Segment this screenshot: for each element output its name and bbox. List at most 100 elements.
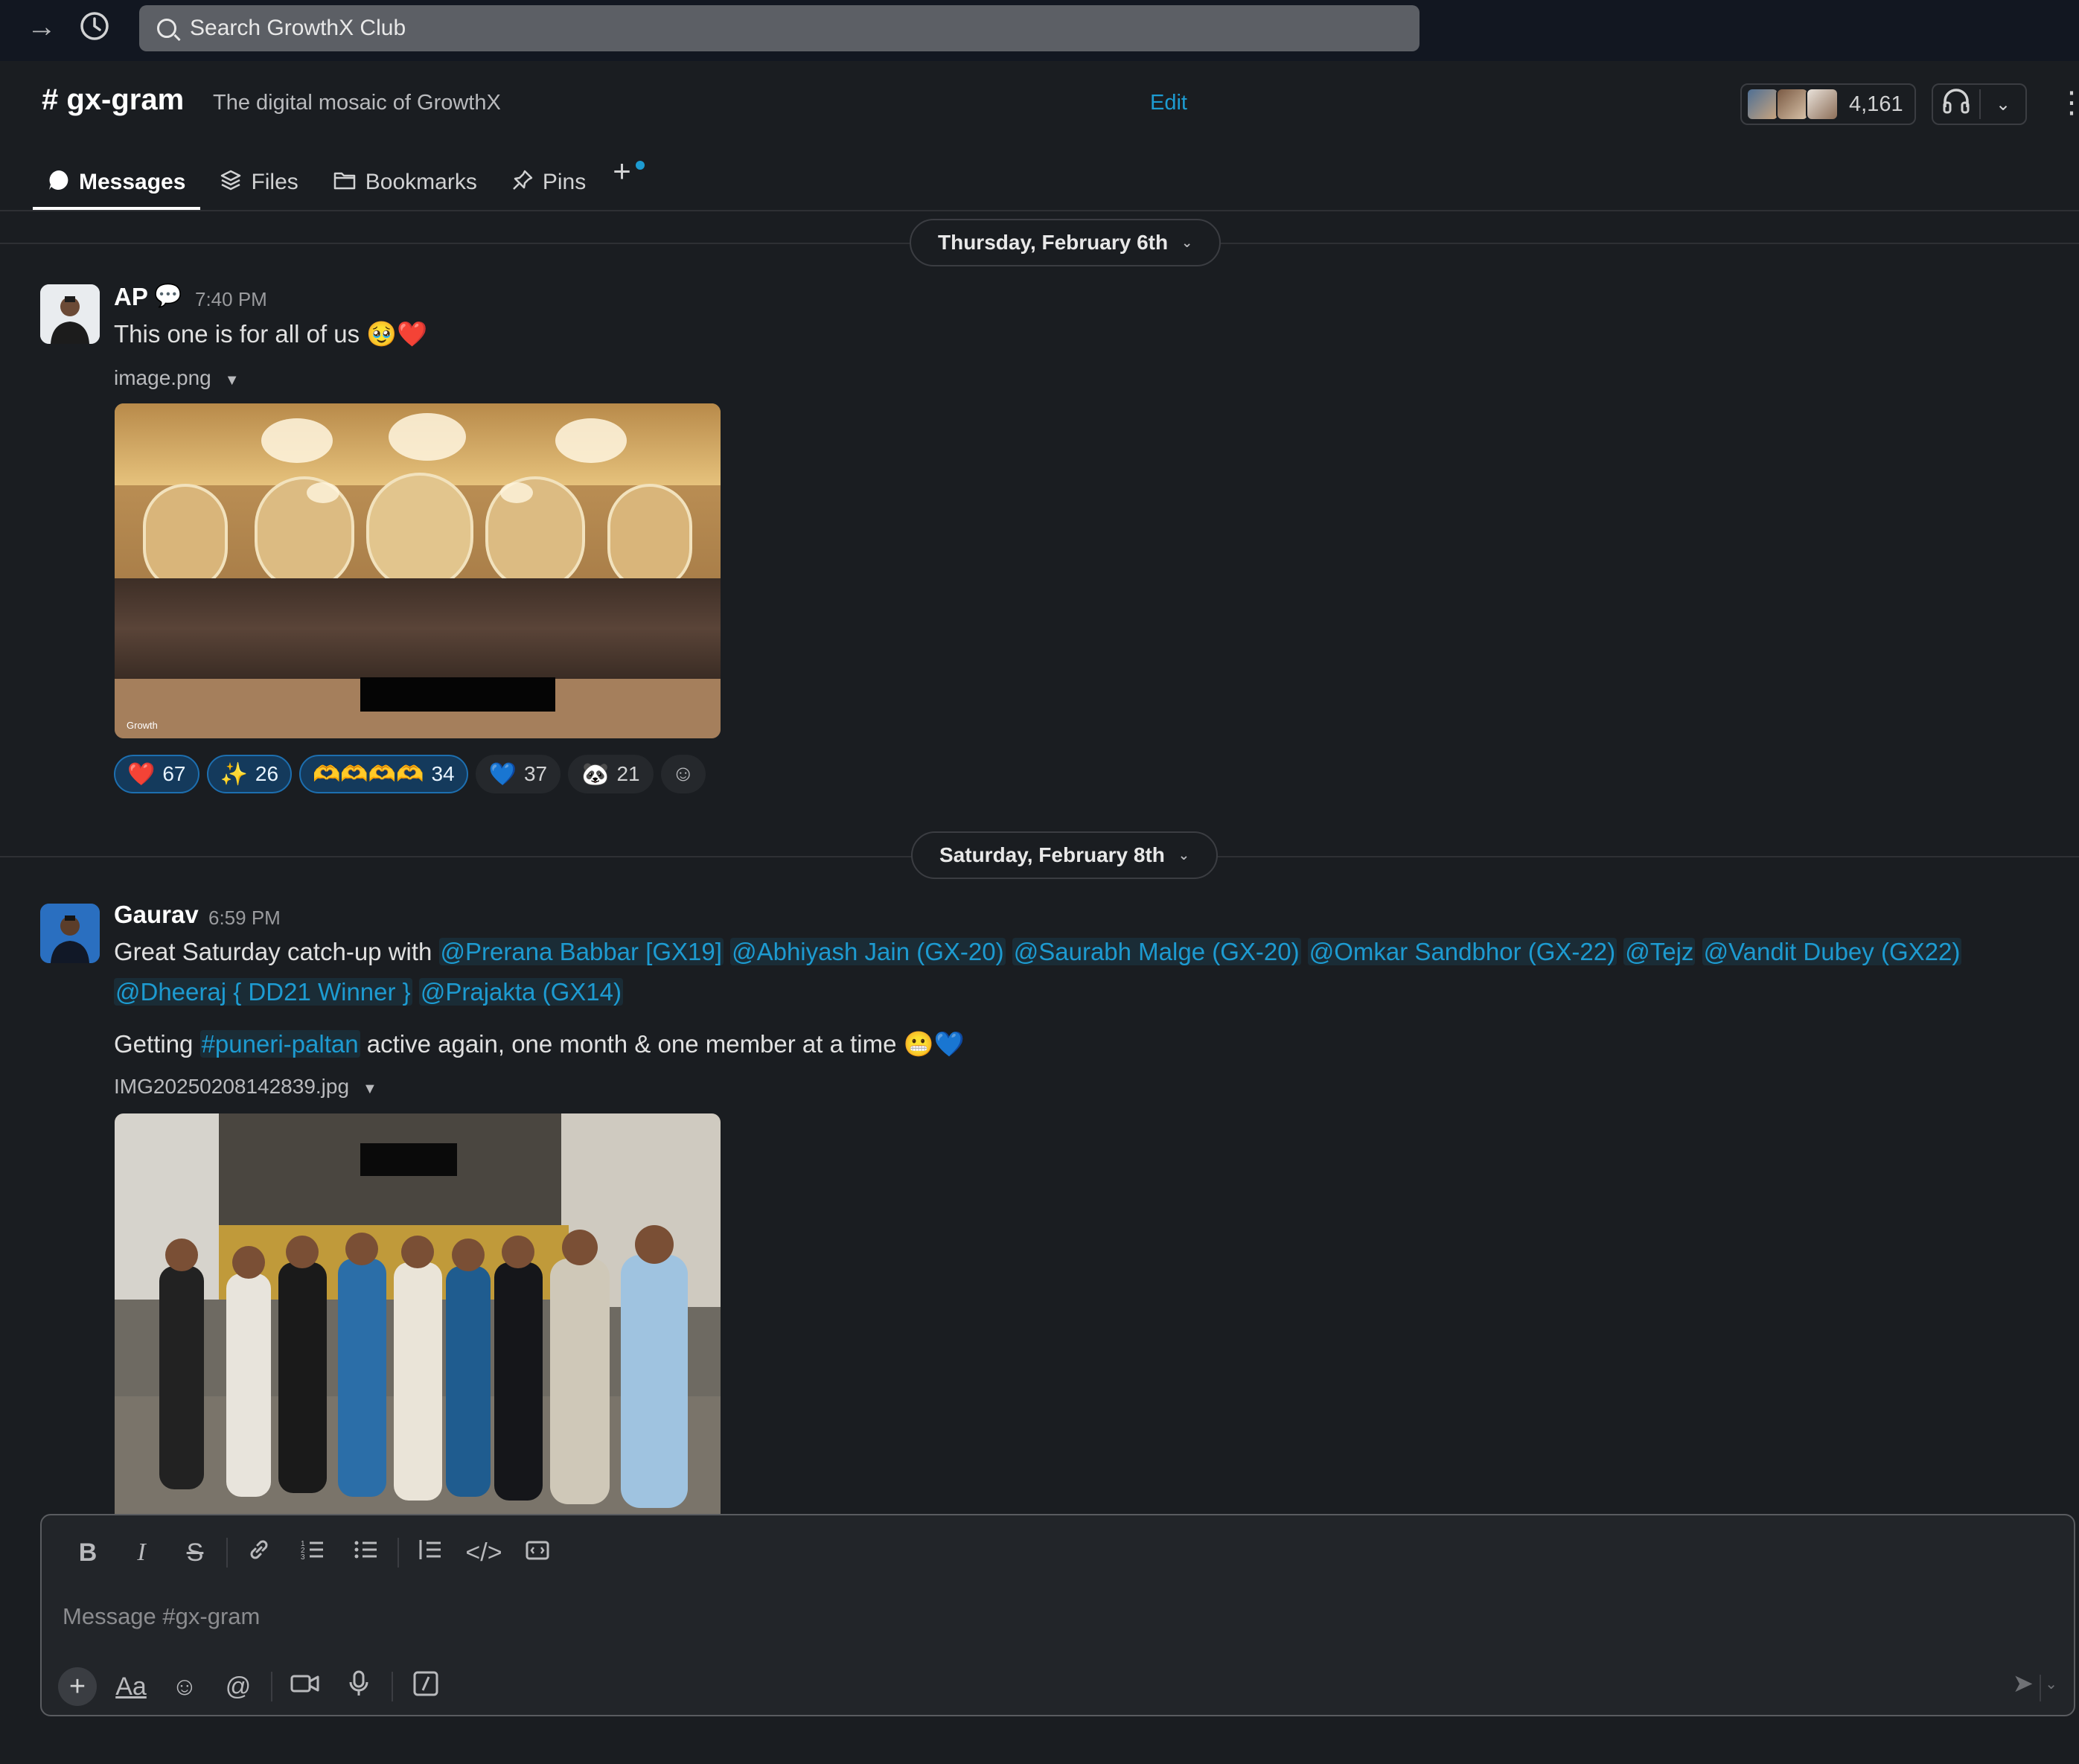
reaction-blue-heart[interactable]: 💙 37 — [475, 755, 561, 793]
send-icon[interactable]: ➤ — [2013, 1669, 2034, 1699]
edit-description-link[interactable]: Edit — [1150, 91, 1187, 115]
tab-messages[interactable]: Messages — [33, 158, 201, 210]
user-mention[interactable]: @Tejz — [1623, 938, 1696, 965]
reaction-custom[interactable]: 🐼 21 — [568, 755, 654, 793]
message-time[interactable]: 7:40 PM — [195, 288, 267, 311]
channel-name[interactable]: # gx-gram — [42, 83, 184, 117]
caret-down-icon[interactable]: ▼ — [363, 1081, 377, 1097]
message-input[interactable]: Message #gx-gram — [63, 1603, 260, 1630]
avatar[interactable] — [40, 284, 100, 344]
member-avatar — [1746, 88, 1779, 121]
user-mention[interactable]: @Dheeraj { DD21 Winner } — [114, 978, 412, 1006]
date-label: Thursday, February 6th — [938, 231, 1169, 254]
link-icon[interactable] — [232, 1536, 286, 1570]
members-button[interactable]: 4,161 — [1740, 83, 1916, 125]
search-placeholder: Search GrowthX Club — [190, 16, 406, 40]
divider — [271, 1672, 272, 1701]
message-body: Getting — [114, 1030, 194, 1058]
date-jump-button[interactable]: Thursday, February 6th ⌄ — [910, 219, 1221, 266]
strikethrough-icon[interactable]: S — [168, 1538, 222, 1568]
tab-pins[interactable]: Pins — [496, 158, 601, 207]
microphone-icon[interactable] — [332, 1670, 386, 1704]
date-label: Saturday, February 8th — [939, 843, 1165, 866]
clock-icon[interactable] — [79, 10, 110, 49]
channel-header: # gx-gram The digital mosaic of GrowthX … — [0, 61, 2079, 211]
numbered-list-icon[interactable]: 123 — [286, 1536, 339, 1570]
message-text: Great Saturday catch-up with @Prerana Ba… — [114, 932, 2019, 1012]
reaction-sparkles[interactable]: ✨ 26 — [206, 755, 293, 793]
slash-command-icon[interactable] — [399, 1671, 453, 1703]
image-attachment[interactable] — [115, 1113, 721, 1515]
arrow-right-icon[interactable]: → — [27, 10, 57, 44]
code-block-icon[interactable] — [511, 1536, 564, 1570]
message-body: active again, one month & one member at … — [366, 1030, 897, 1058]
bulleted-list-icon[interactable] — [339, 1536, 393, 1570]
group-photo-image — [115, 1113, 721, 1515]
reaction-heart-hands[interactable]: 🫶🫶🫶🫶 34 — [299, 755, 468, 793]
reaction-heart[interactable]: ❤️ 67 — [114, 755, 199, 793]
search-input[interactable]: Search GrowthX Club — [139, 5, 1419, 51]
caret-down-icon[interactable]: ▼ — [225, 372, 240, 389]
user-mention[interactable]: @Omkar Sandbhor (GX-22) — [1307, 938, 1617, 965]
formatting-toggle-icon[interactable]: Aa — [104, 1672, 158, 1701]
file-label: IMG20250208142839.jpg — [114, 1075, 350, 1098]
headphones-icon[interactable] — [1933, 88, 1979, 121]
formatting-toolbar: B I S 123 </> — [42, 1515, 564, 1590]
reaction-count: 34 — [431, 762, 455, 785]
reaction-emoji: ✨ — [220, 761, 248, 787]
add-tab-button[interactable]: + — [613, 153, 645, 189]
blockquote-icon[interactable] — [403, 1536, 457, 1570]
avatar[interactable] — [40, 904, 100, 963]
chevron-down-icon: ⌄ — [1181, 234, 1193, 250]
reaction-count: 26 — [255, 762, 279, 785]
channel-link[interactable]: #puneri-paltan — [199, 1030, 360, 1058]
message-author[interactable]: Gaurav — [114, 901, 199, 929]
emoji-icon[interactable]: ☺ — [158, 1672, 211, 1701]
date-jump-button[interactable]: Saturday, February 8th ⌄ — [911, 831, 1218, 879]
message-author[interactable]: AP — [114, 283, 148, 311]
mention-icon[interactable]: @ — [211, 1672, 265, 1701]
italic-icon[interactable]: I — [115, 1538, 168, 1567]
svg-text:3: 3 — [301, 1553, 305, 1562]
top-bar: → Search GrowthX Club — [0, 0, 2079, 61]
reaction-emoji: 💙 — [488, 761, 517, 787]
huddle-button[interactable]: ⌄ — [1932, 83, 2027, 125]
file-name[interactable]: IMG20250208142839.jpg ▼ — [114, 1075, 377, 1099]
message-text: Getting #puneri-paltan active again, one… — [114, 1024, 965, 1064]
add-reaction-icon[interactable]: ☺ — [660, 755, 706, 793]
user-mention[interactable]: @Vandit Dubey (GX22) — [1702, 938, 1962, 965]
tab-label: Messages — [79, 170, 186, 194]
reaction-emoji: 🫶🫶🫶🫶 — [313, 761, 424, 787]
user-mention[interactable]: @Saurabh Malge (GX-20) — [1012, 938, 1301, 965]
tab-files[interactable]: Files — [205, 158, 313, 207]
svg-text:Growth: Growth — [127, 720, 158, 731]
code-icon[interactable]: </> — [457, 1538, 511, 1568]
image-attachment[interactable]: Growth — [115, 403, 721, 738]
plus-icon[interactable]: + — [58, 1667, 97, 1706]
more-options-icon[interactable]: ⋮ — [2057, 88, 2079, 118]
message-time[interactable]: 6:59 PM — [208, 907, 281, 930]
tab-label: Bookmarks — [365, 170, 477, 194]
reactions-bar: ❤️ 67 ✨ 26 🫶🫶🫶🫶 34 💙 37 🐼 21 ☺ — [114, 755, 706, 793]
user-mention[interactable]: @Abhiyash Jain (GX-20) — [730, 938, 1006, 965]
member-avatar — [1806, 88, 1839, 121]
divider — [397, 1538, 399, 1568]
message-composer: B I S 123 </> Message #gx-gram + Aa ☺ @ — [40, 1514, 2075, 1716]
video-icon[interactable] — [278, 1672, 332, 1701]
chevron-down-icon[interactable]: ⌄ — [2045, 1675, 2057, 1693]
message-bubble-icon — [48, 169, 70, 196]
bold-icon[interactable]: B — [61, 1538, 115, 1568]
user-mention[interactable]: @Prajakta (GX14) — [418, 978, 623, 1006]
message-text: This one is for all of us 🥹❤️ — [114, 314, 428, 354]
file-name[interactable]: image.png ▼ — [114, 366, 240, 390]
message-emojis: 🥹❤️ — [366, 320, 428, 348]
notification-dot — [635, 161, 645, 170]
user-mention[interactable]: @Prerana Babbar [GX19] — [438, 938, 724, 965]
tab-bookmarks[interactable]: Bookmarks — [318, 158, 492, 207]
reaction-emoji: ❤️ — [127, 761, 156, 787]
member-avatar — [1776, 88, 1809, 121]
chevron-down-icon[interactable]: ⌄ — [1981, 94, 2025, 115]
message-body: This one is for all of us — [114, 320, 360, 348]
divider — [226, 1538, 228, 1568]
divider — [2040, 1675, 2041, 1701]
